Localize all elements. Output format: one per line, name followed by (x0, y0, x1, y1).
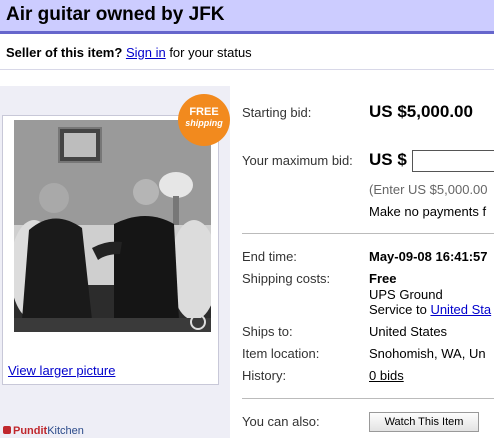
bid-details-panel: Starting bid: US $5,000.00 Your maximum … (230, 86, 494, 438)
ships-to-value: United States (369, 324, 448, 339)
sign-in-link[interactable]: Sign in (126, 45, 166, 60)
history-label: History: (242, 368, 287, 383)
item-photo[interactable] (14, 120, 211, 332)
page-title: Air guitar owned by JFK (6, 4, 225, 25)
donkey-icon (3, 426, 11, 434)
starting-bid-value: US $5,000.00 (369, 102, 473, 121)
service-to-line: Service to United Sta (369, 302, 491, 317)
seller-bar: Seller of this item? Sign in for your st… (0, 37, 494, 70)
no-payments-text: Make no payments f (369, 204, 487, 219)
free-shipping-badge: FREE shipping (178, 94, 230, 146)
seller-prompt: Seller of this item? (6, 45, 123, 60)
max-bid-input[interactable] (412, 150, 494, 172)
watch-item-button[interactable]: Watch This Item (369, 412, 479, 432)
watermark-part2: Kitchen (47, 425, 84, 437)
service-to-link[interactable]: United Sta (430, 302, 491, 317)
shipping-costs-label: Shipping costs: (242, 271, 331, 286)
max-bid-label: Your maximum bid: (242, 153, 353, 168)
shipping-costs-value: Free (369, 271, 397, 286)
view-larger-picture-link[interactable]: View larger picture (8, 363, 115, 378)
divider (242, 398, 494, 399)
free-badge-line1: FREE (189, 106, 219, 118)
watermark-logo: PunditKitchen (3, 425, 84, 437)
free-badge-line2: shipping (185, 118, 223, 128)
service-to-prefix: Service to (369, 302, 427, 317)
item-location-label: Item location: (242, 346, 320, 361)
seller-status-line: Seller of this item? Sign in for your st… (6, 45, 252, 60)
you-can-also-label: You can also: (242, 414, 320, 429)
max-bid-currency: US $ (369, 150, 407, 169)
shipping-method: UPS Ground (369, 287, 443, 302)
bid-history-link[interactable]: 0 bids (369, 368, 404, 383)
image-panel: View larger picture (2, 115, 219, 385)
divider (242, 233, 494, 234)
watermark-part1: Pundit (13, 425, 48, 437)
seller-suffix: for your status (169, 45, 252, 60)
title-bar: Air guitar owned by JFK (0, 0, 494, 34)
starting-bid-label: Starting bid: (242, 105, 312, 120)
end-time-label: End time: (242, 249, 297, 264)
bid-hint: (Enter US $5,000.00 (369, 182, 488, 197)
ships-to-label: Ships to: (242, 324, 293, 339)
item-location-value: Snohomish, WA, Un (369, 346, 486, 361)
end-time-value: May-09-08 16:41:57 (369, 249, 488, 264)
